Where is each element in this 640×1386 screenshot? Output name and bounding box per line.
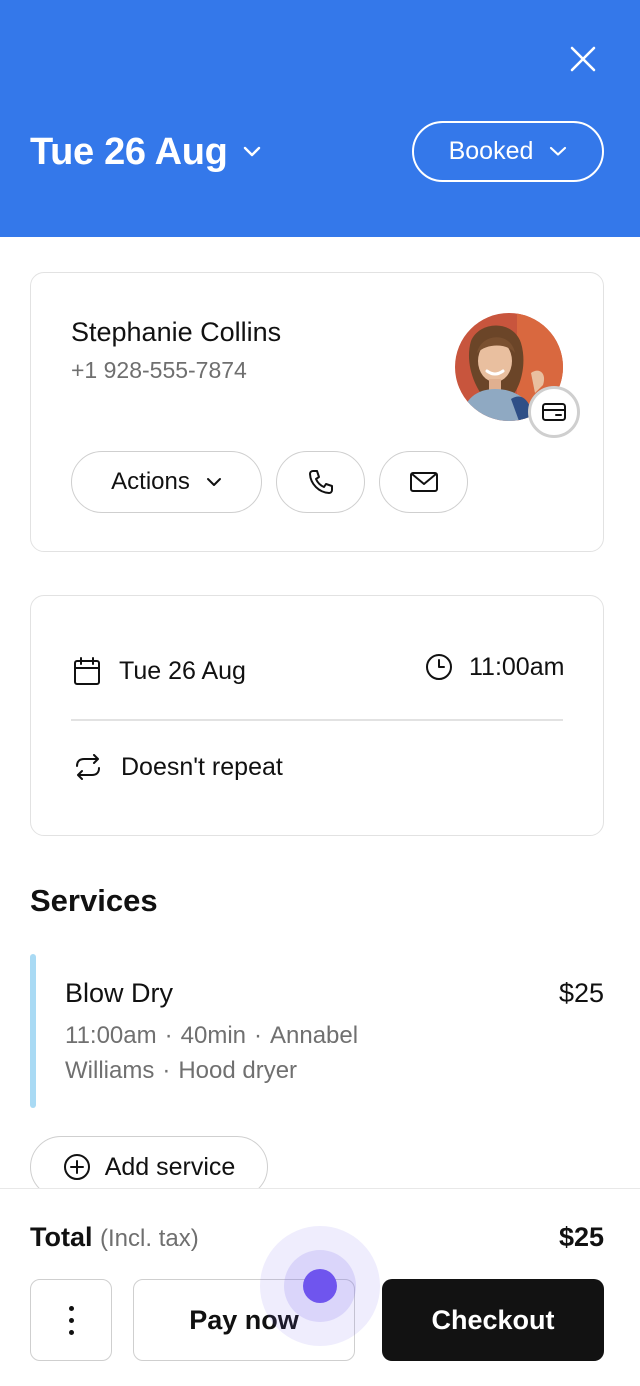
status-label: Booked [448, 137, 534, 165]
header-bar: Tue 26 Aug Booked [0, 0, 640, 237]
pay-now-button[interactable]: Pay now [133, 1279, 355, 1361]
service-item[interactable]: Blow Dry $25 11:00am · 40min · Annabel Willi… [30, 954, 604, 1108]
appointment-date: Tue 26 Aug [119, 656, 246, 685]
total-label: Total (Incl. tax) [30, 1222, 199, 1253]
add-service-label: Add service [104, 1152, 236, 1181]
total-tax-note: (Incl. tax) [100, 1225, 199, 1252]
header-date: Tue 26 Aug [30, 130, 228, 173]
total-amount: $25 [558, 1222, 604, 1252]
checkout-button[interactable]: Checkout [382, 1279, 604, 1361]
email-button[interactable] [379, 451, 468, 513]
checkout-footer: Total (Incl. tax) $25 Pay now Checkout [0, 1188, 640, 1386]
calendar-icon [74, 657, 100, 685]
service-price: $25 [558, 978, 604, 1008]
service-resource: Hood dryer [178, 1057, 298, 1084]
service-time: 11:00am [65, 1022, 157, 1049]
client-card: Stephanie Collins +1 928-555-7874 Action… [30, 272, 604, 552]
chevron-down-icon [243, 146, 260, 157]
card-icon [542, 403, 566, 421]
repeat-field[interactable]: Doesn't repeat [73, 748, 283, 786]
appointment-date-field[interactable]: Tue 26 Aug [73, 652, 246, 690]
appointment-time-field[interactable]: 11:00am [425, 648, 564, 686]
close-button[interactable] [562, 38, 604, 80]
services-heading: Services [30, 883, 158, 918]
mail-icon [409, 472, 438, 492]
appointment-time: 11:00am [469, 652, 565, 681]
chevron-down-icon [550, 146, 567, 156]
more-options-button[interactable] [30, 1279, 112, 1361]
total-title: Total [30, 1222, 93, 1252]
divider [71, 719, 563, 721]
plus-circle-icon [63, 1154, 90, 1180]
actions-label: Actions [111, 468, 190, 495]
client-phone: +1 928-555-7874 [71, 357, 247, 383]
payment-card-badge[interactable] [528, 386, 580, 438]
date-selector[interactable]: Tue 26 Aug [30, 124, 262, 180]
chevron-down-icon [206, 478, 221, 486]
phone-icon [308, 470, 333, 494]
more-vertical-icon [68, 1305, 74, 1311]
close-icon [570, 46, 596, 72]
service-color-bar [30, 954, 36, 1108]
client-name: Stephanie Collins [71, 317, 282, 347]
clock-icon [426, 654, 452, 680]
service-details: 11:00am · 40min · Annabel Williams · Hood drye… [65, 1022, 359, 1084]
status-dropdown[interactable]: Booked [412, 121, 604, 182]
repeat-icon [76, 754, 100, 780]
schedule-card: Tue 26 Aug 11:00am Doesn't repeat [30, 595, 604, 836]
service-name: Blow Dry [65, 978, 174, 1008]
service-duration: 40min [180, 1022, 246, 1049]
repeat-label: Doesn't repeat [121, 752, 283, 781]
actions-button[interactable]: Actions [71, 451, 262, 513]
call-button[interactable] [276, 451, 365, 513]
